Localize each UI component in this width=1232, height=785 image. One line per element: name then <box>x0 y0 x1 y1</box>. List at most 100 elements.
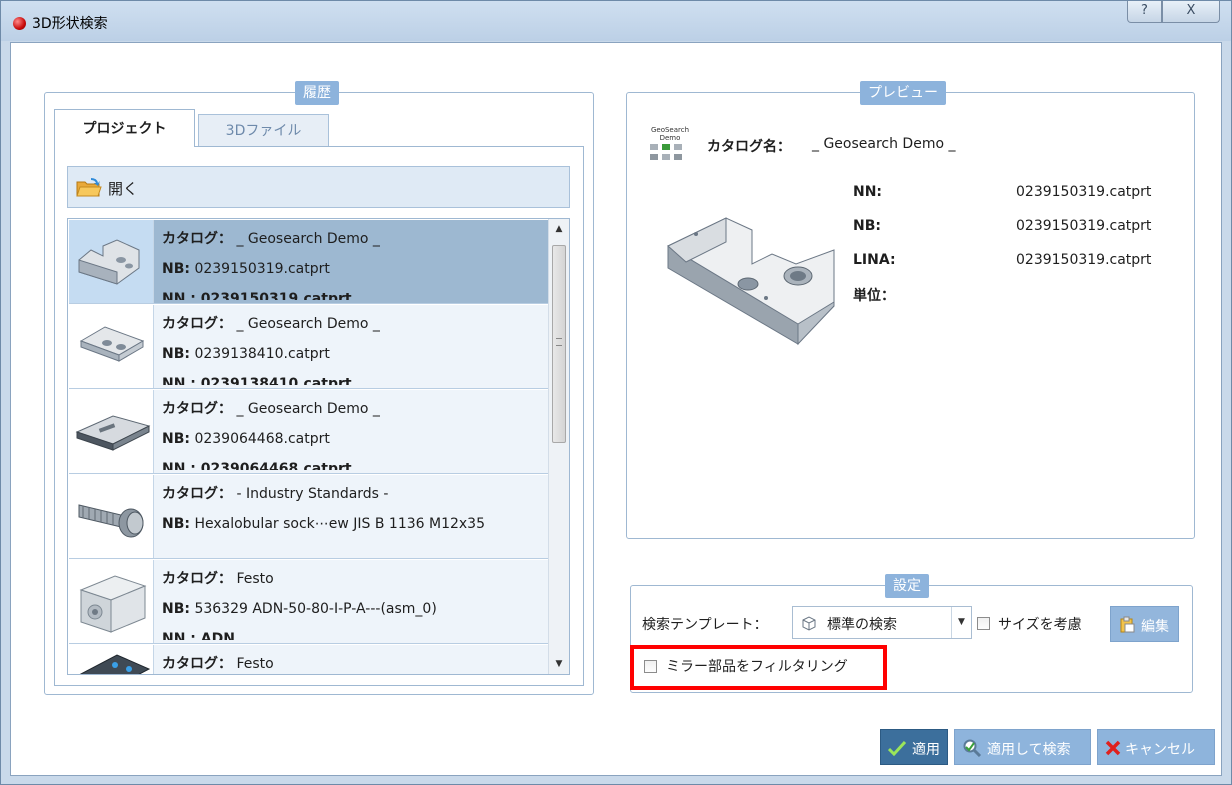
nb-value: 0239150319.catprt <box>194 261 330 277</box>
highlight-annotation <box>630 645 887 690</box>
apply-and-search-button[interactable]: 適用して検索 <box>954 729 1091 765</box>
tab-project-label: プロジェクト <box>82 121 167 137</box>
settings-group-label: 設定 <box>885 574 929 598</box>
screw-icon <box>78 504 144 538</box>
thumbnail-screw <box>69 475 154 558</box>
open-button[interactable]: 開く <box>67 166 570 208</box>
nn-value-cut: NN : 0239064468.catprt <box>162 461 352 470</box>
nb-label: NB: <box>162 601 190 617</box>
scroll-thumb[interactable] <box>552 245 566 443</box>
close-button[interactable]: X <box>1162 1 1220 23</box>
preview-catalog-name: _ Geosearch Demo _ <box>812 136 956 152</box>
apply-button-label: 適用 <box>912 742 940 758</box>
catalog-value: _ Geosearch Demo _ <box>236 401 380 417</box>
history-list-item[interactable]: カタログ： _ Geosearch Demo _ NB: 0239150319.… <box>69 220 551 304</box>
thumbnail-plate-part <box>69 305 154 388</box>
apply-button[interactable]: 適用 <box>880 729 948 765</box>
catalog-value: - Industry Standards - <box>236 486 389 502</box>
prop-nb-label: NB: <box>853 218 881 234</box>
prop-nb-value: 0239150319.catprt <box>1016 218 1152 234</box>
edit-button[interactable]: 編集 <box>1110 606 1179 642</box>
prop-nn-value: 0239150319.catprt <box>1016 184 1152 200</box>
catalog-label: カタログ： <box>162 316 232 332</box>
help-icon: ? <box>1141 3 1148 18</box>
nb-value: 0239064468.catprt <box>194 431 330 447</box>
size-checkbox[interactable] <box>977 617 990 630</box>
bracket-part-icon <box>78 239 140 285</box>
nb-label: NB: <box>162 261 190 277</box>
checkmark-icon <box>888 740 906 756</box>
thumbnail-cylinder-block <box>69 560 154 643</box>
thumbnail-festo-part <box>69 645 154 674</box>
nn-value-cut: NN : ADN <box>162 631 235 640</box>
catalog-logo: GeoSearch Demo <box>648 126 702 172</box>
catalog-label: カタログ： <box>162 571 232 587</box>
window-title: 3D形状検索 <box>32 16 108 32</box>
nb-value: Hexalobular sock⋯ew JIS B 1136 M12x35 <box>194 516 486 532</box>
tab-3d-file[interactable]: 3Dファイル <box>198 114 329 147</box>
catalog-label: カタログ： <box>162 231 232 247</box>
app-icon <box>13 17 26 30</box>
nb-label: NB: <box>162 431 190 447</box>
history-list-item[interactable]: カタログ： Festo <box>69 645 551 674</box>
history-list-item[interactable]: カタログ： - Industry Standards - NB: Hexalob… <box>69 475 551 559</box>
cancel-button-label: キャンセル <box>1125 742 1195 758</box>
catalog-value: Festo <box>236 571 274 587</box>
catalog-value: _ Geosearch Demo _ <box>236 231 380 247</box>
scroll-up-arrow-icon[interactable]: ▲ <box>549 219 569 239</box>
tab-project[interactable]: プロジェクト <box>54 109 195 147</box>
festo-part-icon <box>79 654 151 674</box>
history-list-item[interactable]: カタログ： _ Geosearch Demo _ NB: 0239138410.… <box>69 305 551 389</box>
catalog-value: Festo <box>236 656 274 672</box>
nb-label: NB: <box>162 346 190 362</box>
scroll-down-arrow-icon[interactable]: ▼ <box>549 654 569 674</box>
nb-value: 0239138410.catprt <box>194 346 330 362</box>
slotted-part-icon <box>75 415 151 451</box>
help-button[interactable]: ? <box>1127 1 1162 23</box>
prop-lina-label: LINA: <box>853 252 896 268</box>
cancel-button[interactable]: キャンセル <box>1097 729 1215 765</box>
history-list-item[interactable]: カタログ： _ Geosearch Demo _ NB: 0239064468.… <box>69 390 551 474</box>
tab-3d-file-label: 3Dファイル <box>225 123 302 139</box>
history-group-label: 履歴 <box>295 81 339 105</box>
catalog-label: カタログ： <box>162 656 232 672</box>
prop-nn-label: NN: <box>853 184 883 200</box>
size-checkbox-label: サイズを考慮 <box>998 617 1082 633</box>
cancel-x-icon <box>1105 740 1121 756</box>
history-list-item[interactable]: カタログ： Festo NB: 536329 ADN-50-80-I-P-A--… <box>69 560 551 644</box>
chevron-down-icon[interactable]: ▼ <box>951 607 971 638</box>
edit-button-label: 編集 <box>1141 619 1169 635</box>
template-select[interactable]: 標準の検索 ▼ <box>792 606 972 639</box>
preview-catalog-label: カタログ名： <box>707 139 791 155</box>
cylinder-block-icon <box>79 575 147 633</box>
nb-label: NB: <box>162 516 190 532</box>
close-icon: X <box>1186 3 1196 18</box>
edit-clipboard-icon <box>1120 616 1135 633</box>
history-list-scrollbar[interactable]: ▲ ▼ <box>548 219 569 674</box>
template-cube-icon <box>802 616 816 631</box>
catalog-label: カタログ： <box>162 401 232 417</box>
preview-group-label: プレビュー <box>860 81 946 105</box>
prop-unit-label: 単位： <box>853 288 895 304</box>
scroll-grip-icon <box>556 338 562 346</box>
nn-value-cut: NN : 0239150319.catprt <box>162 291 352 300</box>
apply-and-search-label: 適用して検索 <box>987 742 1071 758</box>
plate-part-icon <box>79 326 145 362</box>
thumbnail-bracket-part <box>69 220 154 303</box>
thumbnail-slotted-part <box>69 390 154 473</box>
preview-part-image <box>667 217 835 346</box>
catalog-logo-text: GeoSearch Demo <box>650 126 690 142</box>
template-select-value: 標準の検索 <box>827 617 897 633</box>
catalog-logo-parts-icon <box>650 144 682 160</box>
catalog-value: _ Geosearch Demo _ <box>236 316 380 332</box>
search-icon <box>963 739 982 757</box>
open-folder-icon <box>76 178 102 197</box>
history-list[interactable]: カタログ： _ Geosearch Demo _ NB: 0239150319.… <box>67 218 570 675</box>
nb-value: 536329 ADN-50-80-I-P-A---(asm_0) <box>194 601 437 617</box>
open-label: 開く <box>108 180 139 198</box>
title-bar[interactable]: 3D形状検索 ? X <box>1 1 1231 41</box>
prop-lina-value: 0239150319.catprt <box>1016 252 1152 268</box>
catalog-label: カタログ： <box>162 486 232 502</box>
nn-value-cut: NN : 0239138410.catprt <box>162 376 352 385</box>
template-label: 検索テンプレート： <box>642 617 768 633</box>
